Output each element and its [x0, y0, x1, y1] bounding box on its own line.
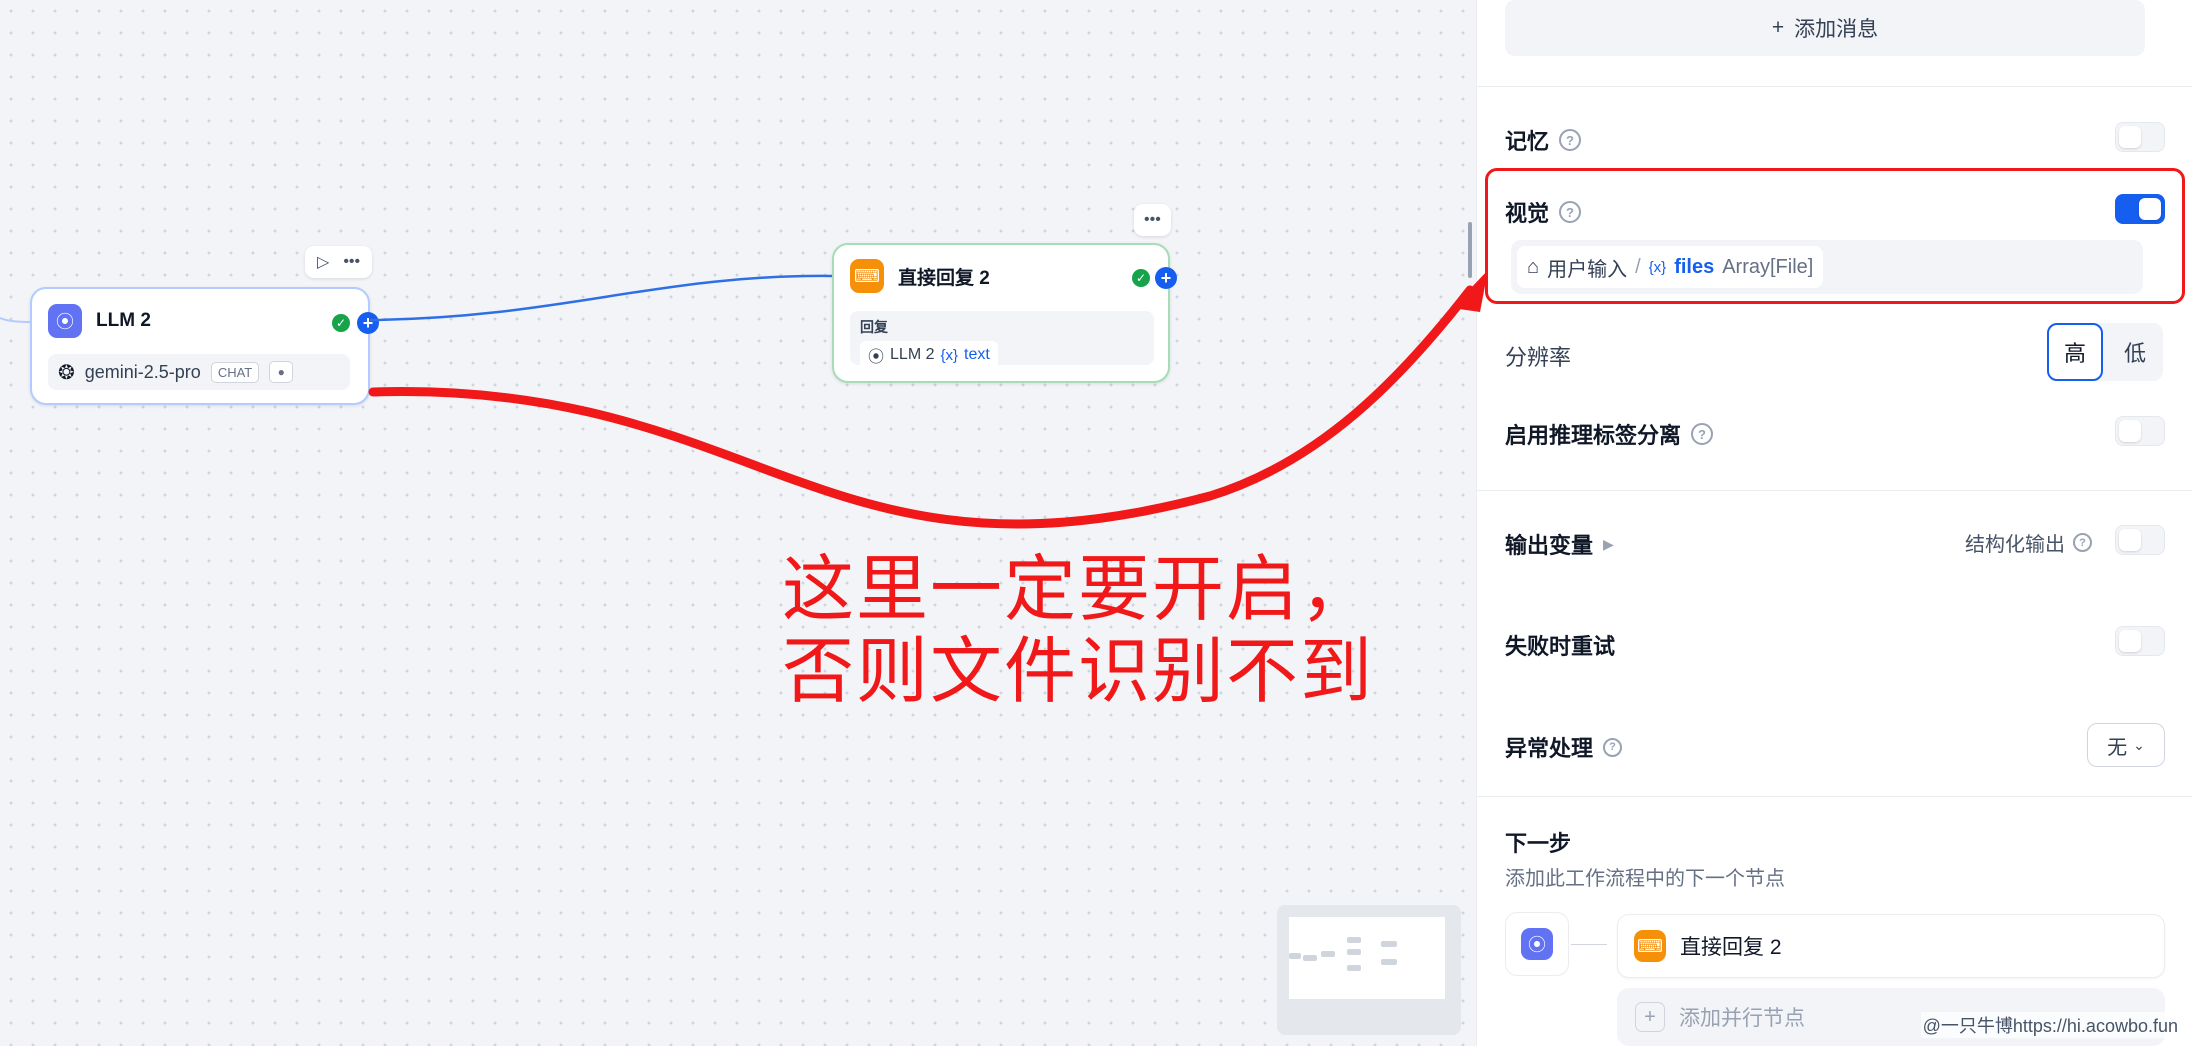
add-next-node-handle[interactable]: + — [357, 312, 379, 334]
reasoning-split-toggle[interactable] — [2115, 416, 2165, 446]
output-vars-row[interactable]: 输出变量 ▶ — [1505, 528, 1614, 560]
plus-icon: + — [1635, 1002, 1665, 1032]
var-name: text — [964, 346, 990, 363]
annotation-line-2: 否则文件识别不到 — [782, 629, 1375, 713]
error-handling-value: 无 — [2107, 736, 2128, 759]
vision-var-name: files — [1674, 255, 1715, 278]
minimap-viewport — [1289, 917, 1445, 999]
annotation-line-1: 这里一定要开启， — [782, 547, 1375, 631]
success-check-icon: ✓ — [332, 314, 350, 332]
add-message-label: 添加消息 — [1794, 18, 1879, 41]
llm-node[interactable]: ⦿ LLM 2 ✓ + ❂ gemini-2.5-pro CHAT ● — [30, 287, 379, 405]
vision-variable-field[interactable]: ⌂ 用户输入 / {x} files Array[File] — [1511, 240, 2143, 294]
var-source: LLM 2 — [890, 346, 935, 363]
help-icon[interactable]: ? — [2073, 533, 2092, 552]
reply-icon: ⌨ — [850, 259, 884, 293]
model-selector[interactable]: ❂ gemini-2.5-pro CHAT ● — [48, 354, 350, 390]
node-settings-panel: + 添加消息 记忆 ? 视觉 ? ⌂ 用户输入 / {x} files Arra… — [1476, 0, 2192, 1046]
add-parallel-label: 添加并行节点 — [1679, 1007, 1805, 1030]
llm-node-toolbar: ▷ ••• — [305, 246, 373, 278]
help-icon[interactable]: ? — [1691, 423, 1714, 445]
memory-toggle[interactable] — [2115, 122, 2165, 152]
variable-icon: {x} — [940, 346, 959, 364]
vision-var-type: Array[File] — [1722, 255, 1814, 278]
reasoning-split-label: 启用推理标签分离 — [1505, 423, 1682, 448]
next-node-item[interactable]: ⌨ 直接回复 2 — [1617, 914, 2165, 978]
chevron-down-icon: ⌄ — [2133, 736, 2145, 753]
llm-node-title: LLM 2 — [96, 310, 151, 331]
add-message-button[interactable]: + 添加消息 — [1505, 0, 2145, 56]
more-icon[interactable]: ••• — [1144, 211, 1161, 229]
home-icon: ⌂ — [1527, 255, 1540, 278]
llm-small-icon: ⦿ — [868, 349, 885, 366]
minimap[interactable] — [1277, 905, 1461, 1035]
vision-variable-chip[interactable]: ⌂ 用户输入 / {x} files Array[File] — [1517, 246, 1824, 288]
reply-variable-chip: ⦿ LLM 2 {x} text — [860, 341, 998, 369]
structured-output-toggle[interactable] — [2115, 525, 2165, 555]
memory-label-row: 记忆 ? — [1505, 124, 1582, 156]
panel-resize-handle[interactable] — [1468, 222, 1472, 278]
reply-section-label: 回复 — [860, 319, 888, 335]
memory-label: 记忆 — [1505, 129, 1550, 154]
help-icon[interactable]: ? — [1603, 737, 1623, 757]
next-step-title: 下一步 — [1505, 831, 1572, 856]
llm-icon: ⦿ — [1521, 928, 1553, 960]
llm-icon: ⦿ — [48, 304, 82, 338]
error-handling-label: 异常处理 — [1505, 736, 1594, 761]
reasoning-split-label-row: 启用推理标签分离 ? — [1505, 418, 1714, 450]
success-check-icon: ✓ — [1132, 269, 1150, 287]
reply-content: 回复 ⦿ LLM 2 {x} text — [850, 311, 1154, 369]
reply-icon: ⌨ — [1634, 930, 1666, 962]
run-node-icon[interactable]: ▷ — [317, 252, 329, 272]
mode-badge: CHAT — [210, 361, 260, 383]
vision-label-row: 视觉 ? — [1505, 196, 1582, 228]
direct-reply-node[interactable]: ⌨ 直接回复 2 ✓ + 回复 ⦿ LLM 2 {x} text — [832, 243, 1177, 383]
vision-eye-icon: ● — [269, 361, 294, 383]
vision-var-source: 用户输入 — [1547, 258, 1628, 281]
watermark: @一只牛博https://hi.acowbo.fun — [1920, 1012, 2180, 1038]
path-separator: / — [1635, 255, 1641, 278]
model-name: gemini-2.5-pro — [84, 361, 201, 382]
error-handling-select[interactable]: 无 ⌄ — [2087, 723, 2165, 767]
next-step-subtitle: 添加此工作流程中的下一个节点 — [1505, 868, 1785, 890]
error-handling-label-row: 异常处理 ? — [1505, 731, 1623, 763]
more-icon[interactable]: ••• — [343, 253, 360, 271]
retry-toggle[interactable] — [2115, 626, 2165, 656]
next-node-title: 直接回复 2 — [1680, 936, 1782, 959]
variable-icon: {x} — [1648, 258, 1667, 276]
reply-node-toolbar: ••• — [1134, 204, 1171, 236]
retry-label: 失败时重试 — [1505, 634, 1616, 659]
resolution-high-option[interactable]: 高 — [2047, 323, 2103, 381]
vision-toggle[interactable] — [2115, 194, 2165, 224]
resolution-low-option[interactable]: 低 — [2107, 323, 2163, 381]
plus-icon: + — [1771, 16, 1785, 39]
vision-label: 视觉 — [1505, 201, 1550, 226]
structured-output-label: 结构化输出 — [1965, 534, 2065, 556]
resolution-segmented-control: 高 低 — [2047, 323, 2163, 381]
output-vars-label: 输出变量 — [1505, 533, 1594, 558]
workflow-canvas[interactable]: ▷ ••• ⦿ LLM 2 ✓ + ❂ gemini-2.5-pro CHAT … — [0, 0, 1476, 1046]
add-next-node-handle[interactable]: + — [1155, 267, 1177, 289]
connector-line — [1571, 944, 1607, 945]
caret-right-icon: ▶ — [1603, 535, 1614, 552]
annotation-text: 这里一定要开启， 否则文件识别不到 — [782, 548, 1374, 712]
help-icon[interactable]: ? — [1559, 201, 1582, 223]
resolution-label: 分辨率 — [1505, 345, 1572, 370]
help-icon[interactable]: ? — [1559, 129, 1582, 151]
model-icon: ❂ — [58, 361, 75, 384]
current-node-icon: ⦿ — [1505, 912, 1569, 976]
structured-output-row: 结构化输出 ? — [1965, 528, 2092, 557]
reply-node-title: 直接回复 2 — [898, 267, 990, 289]
